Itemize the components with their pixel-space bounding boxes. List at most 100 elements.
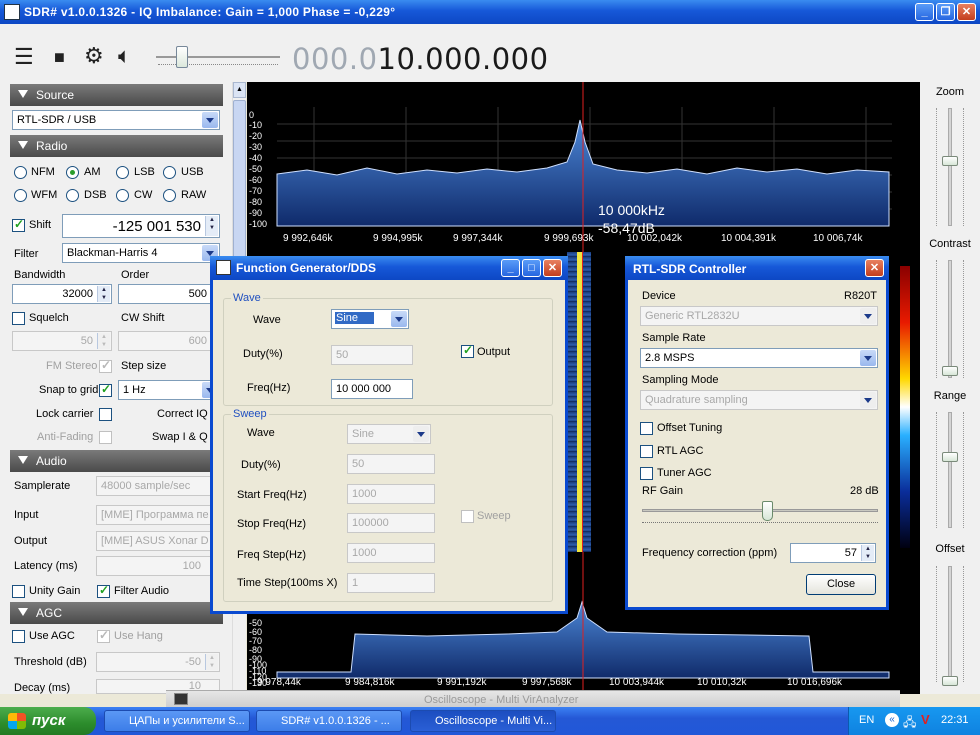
close-button[interactable]: ✕ bbox=[957, 3, 976, 21]
mode-radio-cw[interactable] bbox=[116, 189, 129, 202]
sweep-checkbox[interactable] bbox=[461, 510, 474, 523]
volume-slider-thumb[interactable] bbox=[176, 46, 188, 68]
freq-correction-input[interactable]: 57 ▲ ▼ bbox=[790, 543, 876, 563]
time-step-input[interactable]: 1 bbox=[347, 573, 435, 593]
sweep-wave-select[interactable]: Sine bbox=[347, 424, 431, 444]
scroll-up-button[interactable]: ▲ bbox=[233, 82, 246, 98]
window-titlebar[interactable]: SDR# v1.0.0.1326 - IQ Imbalance: Gain = … bbox=[0, 0, 980, 24]
rtl-titlebar[interactable]: RTL-SDR Controller ✕ bbox=[625, 256, 889, 280]
sampling-mode-select[interactable]: Quadrature sampling bbox=[640, 390, 878, 410]
background-window-titlebar[interactable]: Oscilloscope - Multi VirAnalyzer bbox=[166, 690, 900, 707]
menu-icon[interactable]: ☰ bbox=[14, 46, 34, 68]
stop-icon[interactable]: ■ bbox=[54, 46, 65, 68]
antifading-checkbox[interactable] bbox=[99, 431, 112, 444]
latency-input[interactable]: 100 bbox=[96, 556, 220, 576]
funcgen-close-button[interactable]: ✕ bbox=[543, 259, 562, 277]
tuner-agc-checkbox[interactable] bbox=[640, 467, 653, 480]
offset-slider[interactable] bbox=[948, 566, 952, 682]
filter-audio-label: Filter Audio bbox=[114, 585, 170, 597]
start-freq-input[interactable]: 1000 bbox=[347, 484, 435, 504]
mode-radio-wfm[interactable] bbox=[14, 189, 27, 202]
wave-select[interactable]: Sine bbox=[331, 309, 409, 329]
mode-radio-raw[interactable] bbox=[163, 189, 176, 202]
radio-header[interactable]: Radio bbox=[10, 135, 223, 157]
filter-select[interactable]: Blackman-Harris 4 bbox=[62, 243, 220, 263]
range-thumb[interactable] bbox=[942, 452, 958, 462]
db-label: -10 bbox=[249, 120, 263, 130]
shift-label: Shift bbox=[29, 219, 52, 231]
taskbar-item-active[interactable]: Oscilloscope - Multi Vi... bbox=[410, 710, 556, 732]
offset-tuning-checkbox[interactable] bbox=[640, 422, 653, 435]
use-hang-checkbox[interactable] bbox=[97, 628, 110, 643]
frequency-display[interactable]: 000.010.000.000 bbox=[292, 42, 549, 76]
audio-header[interactable]: Audio bbox=[10, 450, 223, 472]
lockcarrier-checkbox[interactable] bbox=[99, 408, 112, 421]
volume-slider-track[interactable] bbox=[156, 56, 280, 58]
spectrum-display[interactable]: 0 -10 -20 -30 -40 -50 -60 -70 -80 -90 -1… bbox=[247, 82, 920, 252]
funcgen-titlebar[interactable]: Function Generator/DDS _ □ ✕ bbox=[210, 256, 568, 280]
zoom-thumb[interactable] bbox=[942, 156, 958, 166]
rtl-samplerate-select[interactable]: 2.8 MSPS bbox=[640, 348, 878, 368]
tray-expand-icon[interactable]: « bbox=[885, 713, 899, 727]
gear-icon[interactable]: ⚙ bbox=[84, 45, 104, 67]
mode-label-dsb: DSB bbox=[84, 189, 107, 201]
step-select[interactable]: 1 Hz bbox=[118, 380, 220, 400]
freq-input[interactable]: 10 000 000 bbox=[331, 379, 413, 399]
cwshift-input[interactable]: 600 bbox=[118, 331, 220, 351]
close-button[interactable]: Close bbox=[806, 574, 876, 595]
squelch-input[interactable]: 50 ▲ ▼ bbox=[12, 331, 112, 351]
speaker-icon[interactable]: 🔈︎ bbox=[118, 45, 131, 67]
audio-input-select[interactable]: [MME] Программа пе bbox=[96, 505, 220, 525]
antivirus-icon[interactable]: V bbox=[921, 712, 930, 727]
unity-gain-checkbox[interactable] bbox=[12, 585, 25, 598]
shift-checkbox[interactable] bbox=[12, 217, 25, 232]
freq-step-input[interactable]: 1000 bbox=[347, 543, 435, 563]
swapiq-label: Swap I & Q bbox=[152, 431, 208, 443]
duty-input[interactable]: 50 bbox=[331, 345, 413, 365]
wave-group-label: Wave bbox=[231, 292, 263, 304]
language-indicator[interactable]: EN bbox=[859, 714, 874, 726]
device-select[interactable]: Generic RTL2832U bbox=[640, 306, 878, 326]
use-agc-checkbox[interactable] bbox=[12, 630, 25, 643]
range-slider[interactable] bbox=[948, 412, 952, 528]
minimize-button[interactable]: _ bbox=[915, 3, 934, 21]
bandwidth-input[interactable]: 32000 ▲ ▼ bbox=[12, 284, 112, 304]
fmstereo-checkbox[interactable] bbox=[99, 358, 112, 373]
output-checkbox[interactable] bbox=[461, 343, 474, 358]
contrast-thumb[interactable] bbox=[942, 366, 958, 376]
audio-samplerate-select[interactable]: 48000 sample/sec bbox=[96, 476, 220, 496]
sweep-duty-input[interactable]: 50 bbox=[347, 454, 435, 474]
taskbar-item[interactable]: SDR# v1.0.0.1326 - ... bbox=[256, 710, 402, 732]
source-device-select[interactable]: RTL-SDR / USB bbox=[12, 110, 220, 130]
offset-thumb[interactable] bbox=[942, 676, 958, 686]
funcgen-maximize-button[interactable]: □ bbox=[522, 259, 541, 277]
zoom-slider[interactable] bbox=[948, 108, 952, 226]
order-input[interactable]: 500 bbox=[118, 284, 220, 304]
maximize-button[interactable]: ❐ bbox=[936, 3, 955, 21]
filter-audio-checkbox[interactable] bbox=[97, 583, 110, 598]
mode-radio-dsb[interactable] bbox=[66, 189, 79, 202]
taskbar-item[interactable]: ЦАПы и усилители S... bbox=[104, 710, 250, 732]
mode-radio-am[interactable] bbox=[66, 166, 79, 179]
funcgen-minimize-button[interactable]: _ bbox=[501, 259, 520, 277]
scroll-thumb[interactable] bbox=[233, 100, 246, 260]
rf-gain-slider[interactable] bbox=[642, 509, 878, 512]
mode-radio-usb[interactable] bbox=[163, 166, 176, 179]
rf-gain-thumb[interactable] bbox=[762, 501, 773, 521]
snap-checkbox[interactable] bbox=[99, 382, 112, 397]
mode-radio-lsb[interactable] bbox=[116, 166, 129, 179]
squelch-checkbox[interactable] bbox=[12, 312, 25, 325]
shift-input[interactable]: -125 001 530 ▲ ▼ bbox=[62, 214, 220, 238]
threshold-input[interactable]: -50 ▲ ▼ bbox=[96, 652, 220, 672]
wave-label: Wave bbox=[253, 314, 281, 326]
audio-output-select[interactable]: [MME] ASUS Xonar D bbox=[96, 531, 220, 551]
contrast-slider[interactable] bbox=[948, 260, 952, 378]
rtl-close-x-button[interactable]: ✕ bbox=[865, 259, 884, 277]
mode-radio-nfm[interactable] bbox=[14, 166, 27, 179]
rtl-agc-checkbox[interactable] bbox=[640, 445, 653, 458]
source-header[interactable]: Source bbox=[10, 84, 223, 106]
stop-freq-input[interactable]: 100000 bbox=[347, 513, 435, 533]
agc-header[interactable]: AGC bbox=[10, 602, 223, 624]
start-button[interactable]: пуск bbox=[0, 707, 96, 735]
network-icon[interactable]: 🖧 bbox=[903, 713, 916, 734]
